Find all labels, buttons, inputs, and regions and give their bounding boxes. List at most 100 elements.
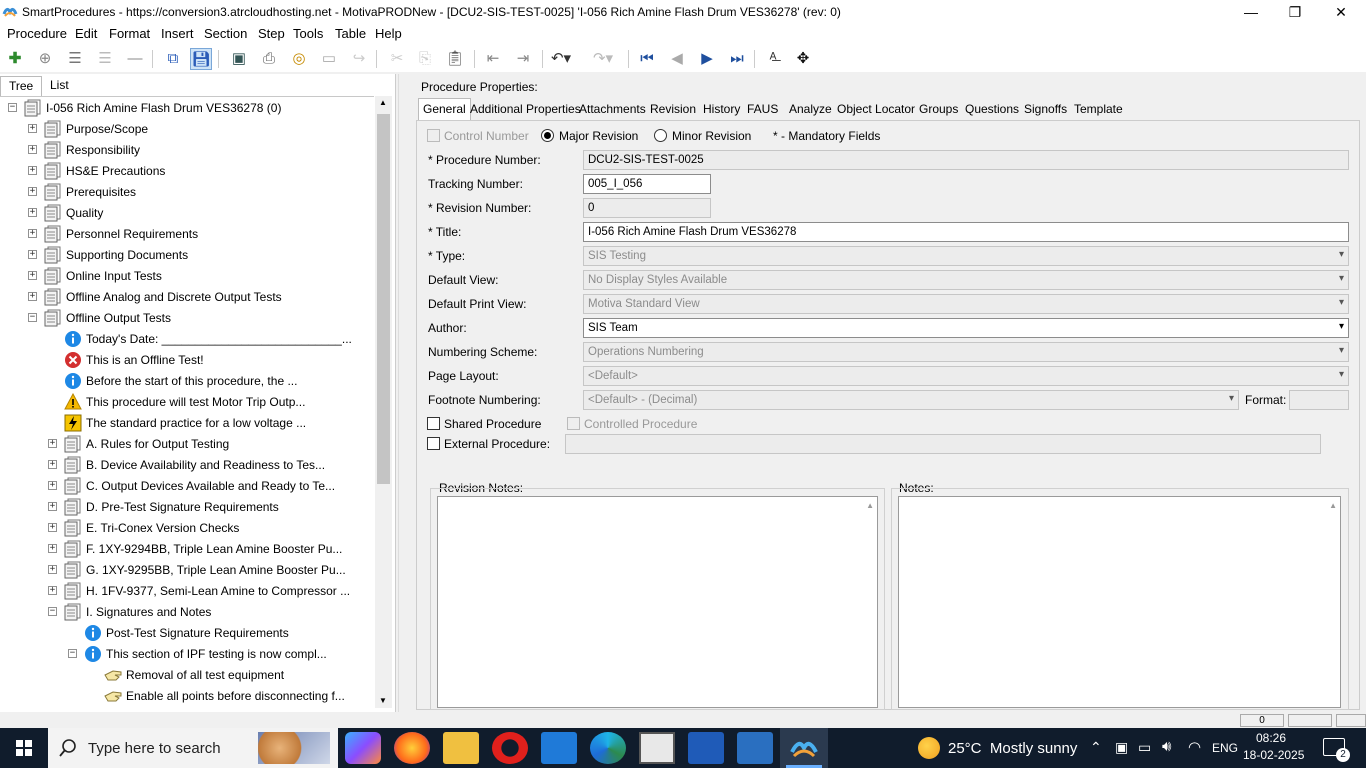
chevron-up-icon[interactable]: ⌃ bbox=[1090, 739, 1102, 756]
tab-template[interactable]: Template bbox=[1070, 99, 1127, 120]
tree-node[interactable]: Removal of all test equipment bbox=[0, 665, 374, 686]
close-button[interactable]: ✕ bbox=[1318, 0, 1364, 24]
save-icon[interactable]: 💾︎ bbox=[190, 48, 212, 70]
tree-node[interactable]: + Supporting Documents bbox=[0, 245, 374, 266]
smartprocedures-taskbar-button[interactable] bbox=[780, 728, 828, 768]
add-child-icon[interactable]: ⊕ bbox=[34, 48, 56, 70]
control-number-checkbox[interactable] bbox=[427, 129, 440, 142]
taskbar-search[interactable]: Type here to search bbox=[48, 728, 338, 768]
footnote-numbering-select[interactable]: <Default> - (Decimal) ▾ bbox=[583, 390, 1239, 410]
tab-list[interactable]: List bbox=[42, 76, 77, 96]
collapse-icon[interactable]: − bbox=[48, 607, 57, 616]
revision-number-field[interactable]: 0 bbox=[583, 198, 711, 218]
tree-node[interactable]: + HS&E Precautions bbox=[0, 161, 374, 182]
tree-scrollbar-thumb[interactable] bbox=[377, 114, 390, 484]
collapse-icon[interactable]: − bbox=[68, 649, 77, 658]
tree-node[interactable]: + G. 1XY-9295BB, Triple Lean Amine Booste… bbox=[0, 560, 374, 581]
expand-icon[interactable]: + bbox=[28, 292, 37, 301]
tab-signoffs[interactable]: Signoffs bbox=[1020, 99, 1071, 120]
wifi-icon[interactable]: ◠ bbox=[1188, 738, 1201, 756]
last-icon[interactable]: ⏭ bbox=[726, 48, 748, 70]
expand-icon[interactable]: + bbox=[28, 271, 37, 280]
menu-tools[interactable]: Tools bbox=[293, 26, 323, 41]
copy-file-icon[interactable]: ⧉ bbox=[162, 48, 184, 70]
paste-icon[interactable]: 📋︎ bbox=[444, 48, 466, 70]
expand-icon[interactable]: + bbox=[48, 481, 57, 490]
tree-node[interactable]: + C. Output Devices Available and Ready t… bbox=[0, 476, 374, 497]
weather-icon[interactable] bbox=[918, 737, 940, 759]
external-procedure-field[interactable] bbox=[565, 434, 1321, 454]
monitor-icon[interactable]: ▣ bbox=[228, 48, 250, 70]
globe-icon[interactable]: ◎ bbox=[288, 48, 310, 70]
numbering-scheme-select[interactable]: Operations Numbering ▾ bbox=[583, 342, 1349, 362]
expand-icon[interactable]: + bbox=[48, 523, 57, 532]
page-layout-select[interactable]: <Default> ▾ bbox=[583, 366, 1349, 386]
menu-step[interactable]: Step bbox=[258, 26, 285, 41]
expand-icon[interactable]: + bbox=[28, 166, 37, 175]
tree-node[interactable]: − This section of IPF testing is now comp… bbox=[0, 644, 374, 665]
tracking-number-field[interactable]: 005_I_056 bbox=[583, 174, 711, 194]
first-icon[interactable]: ⏮ bbox=[636, 48, 658, 70]
default-print-view-select[interactable]: Motiva Standard View ▾ bbox=[583, 294, 1349, 314]
weather-text[interactable]: 25°C Mostly sunny bbox=[948, 740, 1077, 757]
type-select[interactable]: SIS Testing ▾ bbox=[583, 246, 1349, 266]
tab-groups[interactable]: Groups bbox=[915, 99, 962, 120]
menu-section[interactable]: Section bbox=[204, 26, 247, 41]
default-view-select[interactable]: No Display Styles Available ▾ bbox=[583, 270, 1349, 290]
remove-icon[interactable]: — bbox=[124, 48, 146, 70]
tab-general[interactable]: General bbox=[418, 98, 471, 120]
tree-node[interactable]: This procedure will test Motor Trip Outp… bbox=[0, 392, 374, 413]
redo-icon[interactable]: ↷▾ bbox=[592, 48, 614, 70]
tree-node[interactable]: + E. Tri-Conex Version Checks bbox=[0, 518, 374, 539]
print-icon[interactable]: ⎙ bbox=[258, 48, 280, 70]
expand-icon[interactable]: + bbox=[48, 439, 57, 448]
controlled-procedure-checkbox[interactable] bbox=[567, 417, 580, 430]
next-icon[interactable]: ▶ bbox=[696, 48, 718, 70]
expand-icon[interactable]: + bbox=[28, 250, 37, 259]
menu-help[interactable]: Help bbox=[375, 26, 402, 41]
tree-node[interactable]: Post-Test Signature Requirements bbox=[0, 623, 374, 644]
expand-icon[interactable]: + bbox=[48, 460, 57, 469]
mail-icon[interactable] bbox=[541, 732, 577, 764]
tab-history[interactable]: History bbox=[699, 99, 744, 120]
word-icon[interactable] bbox=[688, 732, 724, 764]
indent-left-icon[interactable]: ⇤ bbox=[482, 48, 504, 70]
tree-node[interactable]: + B. Device Availability and Readiness to… bbox=[0, 455, 374, 476]
tab-attachments[interactable]: Attachments bbox=[575, 99, 650, 120]
tree-node[interactable]: − Offline Output Tests bbox=[0, 308, 374, 329]
start-button[interactable] bbox=[0, 728, 48, 768]
app-icon[interactable] bbox=[639, 732, 675, 764]
tab-analyze[interactable]: Analyze bbox=[785, 99, 836, 120]
firefox-icon[interactable] bbox=[394, 732, 430, 764]
expand-icon[interactable]: + bbox=[48, 544, 57, 553]
move-icon[interactable]: ✥ bbox=[792, 48, 814, 70]
tree-node[interactable]: This is an Offline Test! bbox=[0, 350, 374, 371]
expand-icon[interactable]: + bbox=[28, 124, 37, 133]
indent-right-icon[interactable]: ⇥ bbox=[512, 48, 534, 70]
tree-node[interactable]: + Offline Analog and Discrete Output Test… bbox=[0, 287, 374, 308]
cut-icon[interactable]: ✂ bbox=[386, 48, 408, 70]
shared-procedure-checkbox[interactable] bbox=[427, 417, 440, 430]
file-explorer-icon[interactable] bbox=[443, 732, 479, 764]
redo-icon[interactable]: ↪ bbox=[348, 48, 370, 70]
expand-icon[interactable]: + bbox=[48, 502, 57, 511]
tree-node[interactable]: − I. Signatures and Notes bbox=[0, 602, 374, 623]
battery-icon[interactable]: ▭ bbox=[1138, 739, 1151, 756]
external-procedure-checkbox[interactable] bbox=[427, 437, 440, 450]
tree-node[interactable]: Enable all points before disconnecting f… bbox=[0, 686, 374, 707]
tree-node[interactable]: + A. Rules for Output Testing bbox=[0, 434, 374, 455]
tab-questions[interactable]: Questions bbox=[961, 99, 1023, 120]
tree-node[interactable]: Before the start of this procedure, the … bbox=[0, 371, 374, 392]
tree-node[interactable]: + Quality bbox=[0, 203, 374, 224]
volume-icon[interactable]: 🔊︎ bbox=[1162, 738, 1171, 755]
scroll-up-icon[interactable]: ▲ bbox=[1329, 501, 1337, 510]
language-indicator[interactable]: ENG bbox=[1212, 741, 1238, 755]
menu-format[interactable]: Format bbox=[109, 26, 150, 41]
opera-icon[interactable] bbox=[492, 732, 528, 764]
tab-additional-properties[interactable]: Additional Properties bbox=[466, 99, 585, 120]
app-window-icon[interactable] bbox=[737, 732, 773, 764]
tray-app-icon[interactable]: ▣ bbox=[1115, 739, 1128, 756]
scroll-up-icon[interactable]: ▲ bbox=[866, 501, 874, 510]
outdent-icon[interactable]: ☰ bbox=[94, 48, 116, 70]
tab-tree[interactable]: Tree bbox=[0, 76, 43, 96]
